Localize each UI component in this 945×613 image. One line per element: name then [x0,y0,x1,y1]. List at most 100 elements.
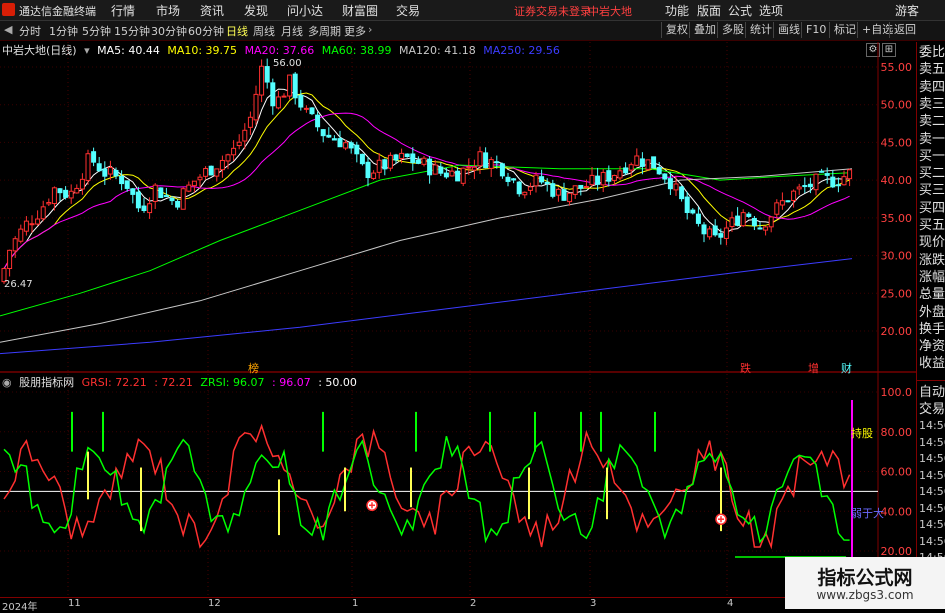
sub-dropdown-icon[interactable]: ◉ [2,376,12,389]
candle-up [287,74,293,97]
trade-label: 自动 [919,385,945,400]
candle-up [242,129,248,142]
price-tick-label: 20.00 [881,325,913,338]
candle-up [779,200,785,206]
quote-field-label: 卖三 [919,96,945,112]
candle-down [746,213,752,217]
date-feb: 2 [470,598,477,609]
candle-up [180,188,186,210]
candle-down [539,176,545,183]
candle-up [471,166,477,171]
candle-down [483,152,489,169]
candle-up [35,218,41,225]
candle-up [23,220,29,232]
candle-down [757,227,763,230]
price-tick-label: 40.00 [881,174,913,187]
candle-up [281,95,287,98]
candle-up [432,164,438,175]
candle-up [841,176,847,186]
candle-down [348,142,354,149]
event-mark-finance[interactable]: 财 [841,360,852,376]
candle-up [203,168,209,177]
quote-field-label: 卖四 [919,79,945,95]
indicator-name[interactable]: 股朋指标网 [19,376,74,389]
candle-up [645,159,651,170]
price-tick-label: 35.00 [881,212,913,225]
candle-down [667,178,673,190]
candle-down [309,107,315,115]
candle-up [617,170,623,179]
quote-field-label: 买五 [919,218,945,233]
candle-down [578,184,584,189]
candle-up [572,185,578,195]
date-nov: 11 [68,598,81,609]
price-tick-label: 55.00 [881,61,913,74]
candle-up [79,178,85,190]
low-price-mark: 26.47 [4,279,33,290]
candle-up [29,223,35,226]
candle-up [18,228,24,242]
hold-label: 持股 [851,427,873,440]
event-mark-increase[interactable]: 增 [808,360,819,376]
candle-up [85,153,91,181]
candle-down [337,138,343,148]
candle-down [163,195,169,198]
high-price-mark: 56.00 [273,58,302,69]
candle-down [63,189,69,198]
kline-chart[interactable]: 55.00 50.00 45.00 40.00 35.00 30.00 25.00 20.00… [0,0,916,597]
candle-down [606,170,612,182]
candle-down [516,181,522,195]
candle-up [600,171,606,186]
quote-field-label: 买四 [919,200,945,216]
candle-down [544,181,550,185]
zrsi-line [3,435,850,544]
candle-down [320,129,326,137]
candle-up [275,96,281,109]
candle-down [455,170,461,182]
candle-down [802,185,808,188]
candle-up [343,142,349,149]
candle-down [292,73,298,99]
candle-up [449,170,455,177]
candle-up [729,217,735,228]
candle-down [135,191,141,209]
candle-down [124,180,130,189]
candle-up [247,116,253,128]
candle-up [40,206,46,220]
candle-down [141,205,147,212]
trade-time: 14:56 [919,452,945,465]
trade-label: 交易 [919,401,945,417]
candle-up [567,192,573,203]
candle-up [634,155,640,166]
ma250-line [0,258,853,355]
quote-field-label: 换手 [919,321,945,337]
candle-down [175,200,181,208]
candle-down [91,151,97,163]
candle-down [102,168,108,177]
candle-up [555,188,561,196]
price-tick-label: 25.00 [881,287,913,300]
candle-down [819,170,825,173]
candle-down [113,169,119,177]
candle-up [197,176,203,181]
candle-up [791,190,797,201]
candle-down [264,66,270,83]
candle-up [673,183,679,191]
baseline-value: : 50.00 [318,376,357,389]
candle-up [107,167,113,175]
sub-tick-label: 40.00 [881,505,913,518]
candle-down [718,233,724,238]
candle-up [768,216,774,228]
event-mark-drop[interactable]: 跌 [740,360,751,376]
candle-up [12,238,18,252]
ma5-line [3,88,850,269]
sub-tick-label: 100.0 [881,386,913,399]
candle-down [735,215,741,226]
candle-up [225,154,231,162]
candle-down [427,158,433,176]
candle-down [393,154,399,161]
grsi-line [3,423,851,550]
candle-up [253,93,259,121]
candle-up [74,187,80,194]
candle-down [679,186,685,200]
